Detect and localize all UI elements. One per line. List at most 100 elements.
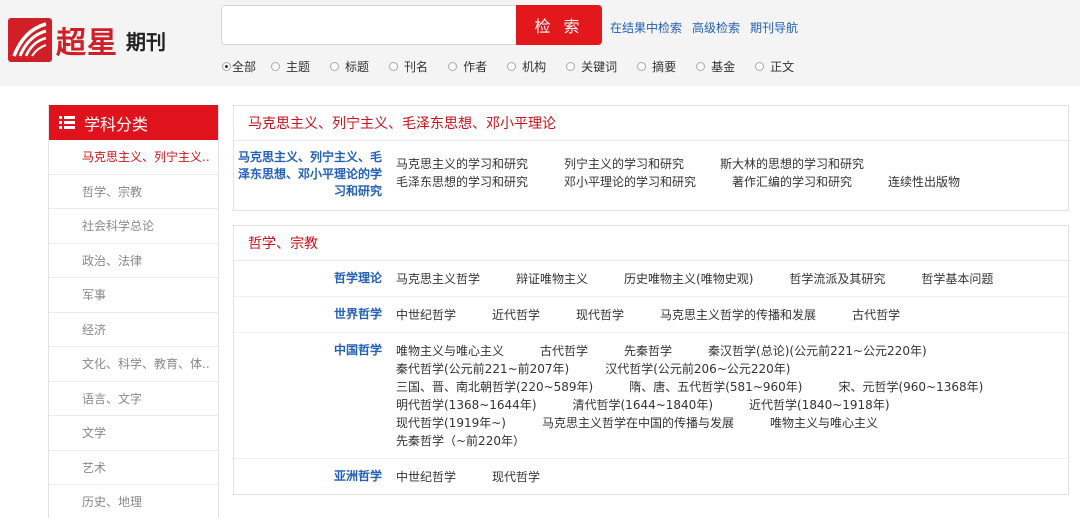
search-field-radio[interactable]: 基金 bbox=[696, 58, 735, 75]
topic-link[interactable]: 连续性出版物 bbox=[888, 175, 960, 189]
topic-link[interactable]: 辩证唯物主义 bbox=[516, 272, 588, 286]
sidebar-item[interactable]: 军事 bbox=[49, 278, 218, 313]
subcategory-link[interactable]: 世界哲学 bbox=[234, 306, 396, 324]
radio-label: 机构 bbox=[522, 60, 547, 74]
topic-link[interactable]: 近代哲学 bbox=[492, 308, 540, 322]
topic-line: 毛泽东思想的学习和研究 邓小平理论的学习和研究 著作汇编的学习和研究 连续性出版物 bbox=[396, 173, 1068, 191]
radio-label: 刊名 bbox=[404, 60, 429, 74]
topic-link[interactable]: 现代哲学 bbox=[492, 470, 540, 484]
search-field-radio[interactable]: 全部 bbox=[222, 58, 256, 75]
sidebar-item[interactable]: 政治、法律 bbox=[49, 244, 218, 278]
topic-link[interactable]: 历史唯物主义(唯物史观) bbox=[624, 272, 753, 286]
radio-label: 作者 bbox=[463, 60, 488, 74]
topic-link[interactable]: 中世纪哲学 bbox=[396, 308, 456, 322]
topic-link[interactable]: 著作汇编的学习和研究 bbox=[732, 175, 852, 189]
subject-sidebar: 学科分类 马克思主义、列宁主义.. 哲学、宗教 社会科学总论 政治、法律 军事 经济 文化、… bbox=[48, 105, 219, 518]
sidebar-item[interactable]: 哲学、宗教 bbox=[49, 175, 218, 209]
sidebar-item[interactable]: 马克思主义、列宁主义.. bbox=[49, 140, 218, 175]
radio-circle-icon bbox=[271, 62, 281, 71]
search-field-radio[interactable]: 主题 bbox=[271, 58, 310, 75]
topic-link[interactable]: 明代哲学(1368~1644年) bbox=[396, 398, 537, 412]
topic-link[interactable]: 汉代哲学(公元前206~公元220年) bbox=[605, 362, 790, 376]
topic-link[interactable]: 斯大林的思想的学习和研究 bbox=[720, 157, 864, 171]
list-menu-icon bbox=[59, 116, 75, 129]
sidebar-item[interactable]: 历史、地理 bbox=[49, 485, 218, 518]
sidebar-item[interactable]: 文学 bbox=[49, 416, 218, 451]
section-title[interactable]: 哲学、宗教 bbox=[234, 226, 1068, 261]
topic-link[interactable]: 古代哲学 bbox=[540, 344, 588, 358]
topic-link[interactable]: 现代哲学 bbox=[576, 308, 624, 322]
topic-line: 唯物主义与唯心主义 古代哲学 先秦哲学 秦汉哲学(总论)(公元前221~公元220年) bbox=[396, 342, 1068, 360]
radio-circle-icon bbox=[637, 62, 647, 71]
topic-link[interactable]: 中世纪哲学 bbox=[396, 470, 456, 484]
search-box bbox=[221, 5, 517, 45]
topic-link[interactable]: 现代哲学(1919年~) bbox=[396, 416, 506, 430]
topic-line: 马克思主义哲学 辩证唯物主义 历史唯物主义(唯物史观) 哲学流派及其研究 哲学基本问题 bbox=[396, 270, 1068, 288]
sidebar-item[interactable]: 文化、科学、教育、体.. bbox=[49, 347, 218, 382]
topic-link[interactable]: 宋、元哲学(960~1368年) bbox=[838, 380, 983, 394]
radio-label: 基金 bbox=[711, 60, 736, 74]
topic-line: 马克思主义的学习和研究 列宁主义的学习和研究 斯大林的思想的学习和研究 bbox=[396, 155, 1068, 173]
search-field-radio[interactable]: 机构 bbox=[507, 58, 546, 75]
topic-link[interactable]: 古代哲学 bbox=[852, 308, 900, 322]
topic-link[interactable]: 哲学基本问题 bbox=[921, 272, 993, 286]
logo-product: 期刊 bbox=[126, 29, 166, 54]
topic-link[interactable]: 列宁主义的学习和研究 bbox=[564, 157, 684, 171]
subcategory-link[interactable]: 马克思主义、列宁主义、毛泽东思想、邓小平理论的学习和研究 bbox=[234, 149, 396, 200]
sidebar-title-label: 学科分类 bbox=[84, 114, 149, 134]
sidebar-item[interactable]: 语言、文字 bbox=[49, 382, 218, 416]
topic-link[interactable]: 清代哲学(1644~1840年) bbox=[573, 398, 714, 412]
topic-link[interactable]: 秦汉哲学(总论)(公元前221~公元220年) bbox=[708, 344, 927, 358]
topic-link[interactable]: 邓小平理论的学习和研究 bbox=[564, 175, 696, 189]
journal-navigation-link[interactable]: 期刊导航 bbox=[750, 19, 798, 36]
advanced-search-link[interactable]: 高级检索 bbox=[692, 19, 740, 36]
search-input[interactable] bbox=[222, 6, 517, 44]
search-in-results-link[interactable]: 在结果中检索 bbox=[610, 19, 682, 36]
logo-mark-icon bbox=[8, 18, 52, 62]
topic-link[interactable]: 三国、晋、南北朝哲学(220~589年) bbox=[396, 380, 593, 394]
radio-circle-icon bbox=[222, 62, 231, 71]
topic-line: 现代哲学(1919年~) 马克思主义哲学在中国的传播与发展 唯物主义与唯心主义 bbox=[396, 414, 1068, 432]
sidebar-item[interactable]: 经济 bbox=[49, 313, 218, 347]
radio-label: 正文 bbox=[770, 60, 795, 74]
topic-link[interactable]: 先秦哲学（~前220年） bbox=[396, 434, 525, 448]
topic-link[interactable]: 唯物主义与唯心主义 bbox=[770, 416, 878, 430]
topic-link[interactable]: 秦代哲学(公元前221~前207年) bbox=[396, 362, 569, 376]
subcategory-link[interactable]: 亚洲哲学 bbox=[234, 468, 396, 486]
search-field-radio[interactable]: 作者 bbox=[448, 58, 487, 75]
logo[interactable]: 超星 期刊 bbox=[8, 18, 166, 62]
search-button[interactable]: 检 索 bbox=[516, 5, 602, 45]
radio-label: 主题 bbox=[286, 60, 311, 74]
search-field-radio[interactable]: 正文 bbox=[755, 58, 794, 75]
subject-row: 中国哲学 唯物主义与唯心主义 古代哲学 先秦哲学 秦汉哲学(总论)(公元前221~公元2… bbox=[234, 333, 1068, 459]
topic-link[interactable]: 毛泽东思想的学习和研究 bbox=[396, 175, 528, 189]
topic-link[interactable]: 隋、唐、五代哲学(581~960年) bbox=[629, 380, 802, 394]
search-field-radio[interactable]: 摘要 bbox=[637, 58, 676, 75]
radio-circle-icon bbox=[448, 62, 458, 71]
topic-link[interactable]: 哲学流派及其研究 bbox=[789, 272, 885, 286]
topic-line: 中世纪哲学 现代哲学 bbox=[396, 468, 1068, 486]
subject-row: 世界哲学 中世纪哲学 近代哲学 现代哲学 马克思主义哲学的传播和发展 古代哲学 bbox=[234, 297, 1068, 333]
subcategory-link[interactable]: 中国哲学 bbox=[234, 342, 396, 450]
search-field-radio[interactable]: 标题 bbox=[330, 58, 369, 75]
topic-link[interactable]: 马克思主义哲学 bbox=[396, 272, 480, 286]
subject-section: 哲学、宗教哲学理论 马克思主义哲学 辩证唯物主义 历史唯物主义(唯物史观) 哲学流派及其… bbox=[233, 225, 1069, 495]
topic-line: 秦代哲学(公元前221~前207年) 汉代哲学(公元前206~公元220年) bbox=[396, 360, 1068, 378]
topic-link[interactable]: 唯物主义与唯心主义 bbox=[396, 344, 504, 358]
sidebar-item[interactable]: 社会科学总论 bbox=[49, 209, 218, 244]
section-title[interactable]: 马克思主义、列宁主义、毛泽东思想、邓小平理论 bbox=[234, 106, 1068, 141]
search-field-radio[interactable]: 关键词 bbox=[566, 58, 617, 75]
radio-label: 摘要 bbox=[652, 60, 677, 74]
topic-link[interactable]: 马克思主义哲学的传播和发展 bbox=[660, 308, 816, 322]
topic-line: 三国、晋、南北朝哲学(220~589年) 隋、唐、五代哲学(581~960年) 宋、… bbox=[396, 378, 1068, 396]
subcategory-link[interactable]: 哲学理论 bbox=[234, 270, 396, 288]
radio-circle-icon bbox=[389, 62, 399, 71]
topic-link[interactable]: 马克思主义哲学在中国的传播与发展 bbox=[542, 416, 734, 430]
topic-link[interactable]: 马克思主义的学习和研究 bbox=[396, 157, 528, 171]
topic-link[interactable]: 近代哲学(1840~1918年) bbox=[749, 398, 890, 412]
topic-link[interactable]: 先秦哲学 bbox=[624, 344, 672, 358]
sidebar-item[interactable]: 艺术 bbox=[49, 451, 218, 485]
subject-section: 马克思主义、列宁主义、毛泽东思想、邓小平理论马克思主义、列宁主义、毛泽东思想、邓… bbox=[233, 105, 1069, 211]
radio-circle-icon bbox=[507, 62, 517, 71]
search-field-radio[interactable]: 刊名 bbox=[389, 58, 428, 75]
